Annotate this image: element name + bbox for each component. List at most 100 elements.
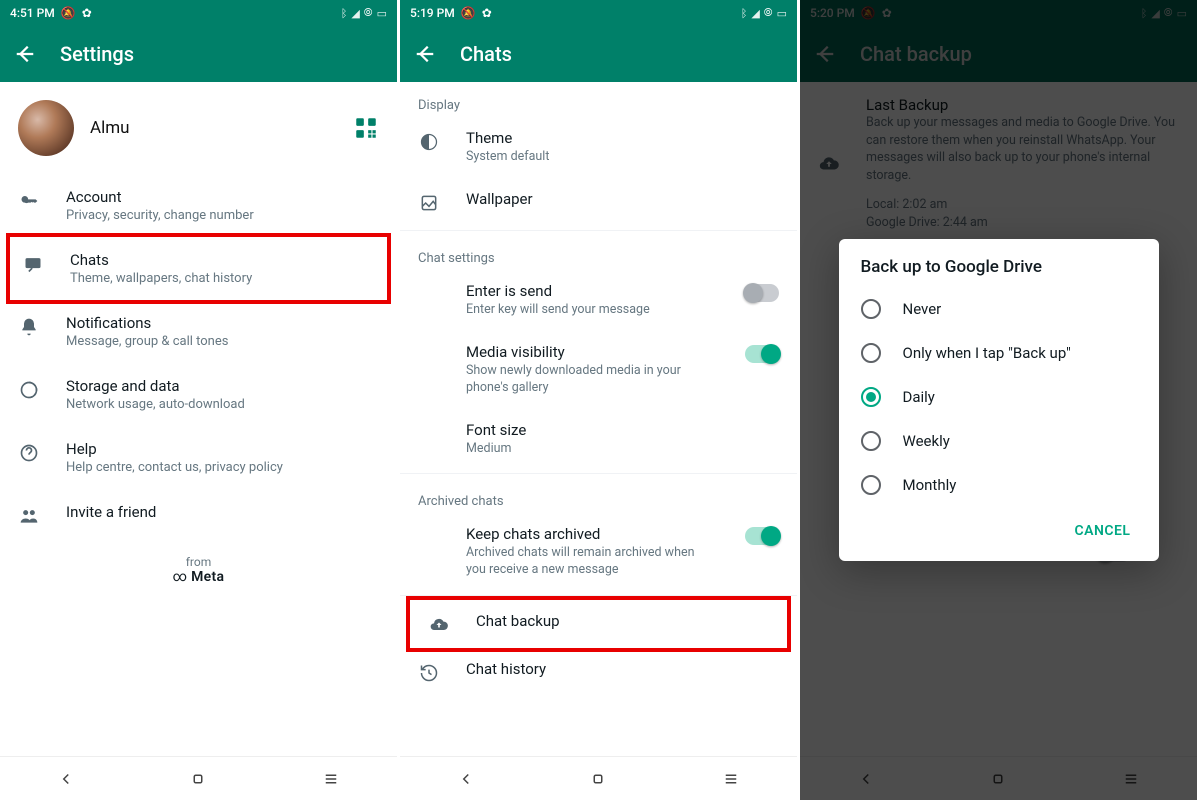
app-bar: Chats (400, 26, 797, 82)
nav-back-icon[interactable] (57, 770, 75, 788)
radio-label: Daily (903, 388, 935, 406)
footer-from: from (0, 555, 397, 569)
toggle-enter-send[interactable] (745, 284, 779, 302)
radio-label: Never (903, 300, 942, 318)
settings-item-help[interactable]: Help Help centre, contact us, privacy po… (0, 426, 397, 489)
bluetooth-icon: ᛒ (741, 7, 748, 20)
toggle-media-visibility[interactable] (745, 345, 779, 363)
nav-recent-icon[interactable] (322, 770, 340, 788)
item-title: Help (66, 440, 379, 458)
qr-icon[interactable] (353, 115, 379, 141)
settings-item-chats[interactable]: Chats Theme, wallpapers, chat history (6, 233, 391, 304)
item-title: Chat backup (476, 612, 765, 630)
cancel-button[interactable]: CANCEL (1064, 515, 1140, 547)
section-archived: Archived chats (400, 478, 797, 513)
nav-home-icon[interactable] (189, 770, 207, 788)
chats-item-chat-backup[interactable]: Chat backup (406, 596, 791, 652)
page-title: Settings (60, 42, 134, 66)
item-title: Chat history (466, 660, 775, 678)
radio-option-weekly[interactable]: Weekly (839, 419, 1159, 463)
chats-item-theme[interactable]: Theme System default (400, 117, 797, 178)
radio-icon (861, 475, 881, 495)
avatar (18, 100, 74, 156)
wifi-icon: ⦾ (764, 6, 773, 20)
screen-settings: 4:51 PM 🔕 ✿ ᛒ ◢ ⦾ ▭ Settings Almu (0, 0, 400, 800)
status-time: 4:51 PM (10, 6, 55, 20)
settings-content: Almu Account Privacy, security, change n… (0, 82, 397, 756)
item-subtitle: Show newly downloaded media in your phon… (466, 363, 715, 397)
item-title: Theme (466, 129, 775, 147)
radio-option-monthly[interactable]: Monthly (839, 463, 1159, 507)
item-title: Invite a friend (66, 503, 379, 521)
people-icon (18, 505, 40, 527)
history-icon (418, 662, 440, 684)
bell-icon (18, 316, 40, 338)
item-subtitle: Archived chats will remain archived when… (466, 545, 715, 579)
settings-item-account[interactable]: Account Privacy, security, change number (0, 174, 397, 237)
profile-name: Almu (90, 118, 337, 138)
item-title: Wallpaper (466, 190, 775, 208)
android-nav-bar (0, 756, 397, 800)
item-title: Storage and data (66, 377, 379, 395)
mute-icon: 🔕 (61, 6, 76, 20)
status-time: 5:19 PM (410, 6, 455, 20)
chats-item-enter-send[interactable]: Enter is send Enter key will send your m… (400, 270, 797, 331)
item-subtitle: Enter key will send your message (466, 302, 715, 319)
divider (400, 473, 797, 474)
battery-icon: ▭ (377, 7, 387, 20)
key-icon (18, 190, 40, 212)
signal-icon: ◢ (351, 7, 359, 20)
section-chat-settings: Chat settings (400, 235, 797, 270)
toggle-keep-archived[interactable] (745, 527, 779, 545)
chats-content: Display Theme System default Wallpaper C… (400, 82, 797, 756)
item-title: Notifications (66, 314, 379, 332)
app-indicator-icon: ✿ (482, 6, 492, 20)
settings-item-invite[interactable]: Invite a friend (0, 489, 397, 541)
page-title: Chats (460, 42, 512, 66)
nav-home-icon[interactable] (589, 770, 607, 788)
modal-overlay[interactable]: Back up to Google Drive Never Only when … (800, 0, 1197, 800)
radio-icon (861, 299, 881, 319)
battery-icon: ▭ (777, 7, 787, 20)
bluetooth-icon: ᛒ (341, 7, 348, 20)
chats-item-chat-history[interactable]: Chat history (400, 648, 797, 696)
back-icon[interactable] (414, 43, 436, 65)
status-bar: 5:19 PM 🔕 ✿ ᛒ ◢ ⦾ ▭ (400, 0, 797, 26)
item-subtitle: System default (466, 149, 775, 166)
divider (400, 230, 797, 231)
signal-icon: ◢ (751, 7, 759, 20)
wallpaper-icon (418, 192, 440, 214)
item-title: Font size (466, 421, 775, 439)
nav-recent-icon[interactable] (722, 770, 740, 788)
radio-option-daily[interactable]: Daily (839, 375, 1159, 419)
radio-label: Monthly (903, 476, 957, 494)
screen-chat-backup: 5:20 PM 🔕 ✿ ᛒ ◢ ⦾ ▭ Chat backup Last Bac… (800, 0, 1200, 800)
radio-option-tap-backup[interactable]: Only when I tap "Back up" (839, 331, 1159, 375)
app-bar: Settings (0, 26, 397, 82)
theme-icon (418, 131, 440, 153)
back-icon[interactable] (14, 43, 36, 65)
settings-item-storage[interactable]: Storage and data Network usage, auto-dow… (0, 363, 397, 426)
nav-back-icon[interactable] (457, 770, 475, 788)
chats-item-wallpaper[interactable]: Wallpaper (400, 178, 797, 226)
item-subtitle: Message, group & call tones (66, 334, 379, 349)
settings-item-notifications[interactable]: Notifications Message, group & call tone… (0, 300, 397, 363)
item-title: Keep chats archived (466, 525, 715, 543)
infinity-icon: ∞ (173, 569, 191, 585)
profile-row[interactable]: Almu (0, 82, 397, 174)
cloud-upload-icon (428, 614, 450, 636)
data-icon (18, 379, 40, 401)
chats-item-font-size[interactable]: Font size Medium (400, 409, 797, 470)
footer-brand-name: Meta (191, 569, 224, 585)
item-title: Media visibility (466, 343, 715, 361)
item-subtitle: Privacy, security, change number (66, 208, 379, 223)
chats-item-keep-archived[interactable]: Keep chats archived Archived chats will … (400, 513, 797, 591)
screen-chats: 5:19 PM 🔕 ✿ ᛒ ◢ ⦾ ▭ Chats Display Theme … (400, 0, 800, 800)
footer-brand: from ∞ Meta (0, 541, 397, 595)
android-nav-bar (400, 756, 797, 800)
item-subtitle: Help centre, contact us, privacy policy (66, 460, 379, 475)
wifi-icon: ⦾ (364, 6, 373, 20)
chats-item-media-visibility[interactable]: Media visibility Show newly downloaded m… (400, 331, 797, 409)
radio-option-never[interactable]: Never (839, 287, 1159, 331)
item-subtitle: Network usage, auto-download (66, 397, 379, 412)
